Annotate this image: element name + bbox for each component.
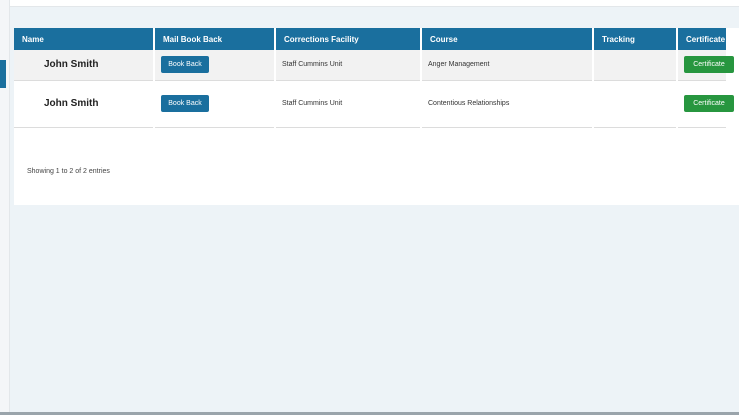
table-row: John Smith Book Back Staff Cummins Unit … xyxy=(14,50,734,81)
column-header-corrections-facility[interactable]: Corrections Facility xyxy=(275,28,422,50)
column-header-name[interactable]: Name xyxy=(14,28,155,50)
certificate-cell: Certificate xyxy=(677,50,734,81)
table-info: Showing 1 to 2 of 2 entries xyxy=(27,168,110,175)
name-cell: John Smith xyxy=(14,80,155,128)
entries-table: Name Mail Book Back Corrections Facility… xyxy=(14,28,734,128)
book-back-button[interactable]: Book Back xyxy=(161,56,209,74)
column-header-course[interactable]: Course xyxy=(421,28,594,50)
facility-cell: Staff Cummins Unit xyxy=(275,80,422,128)
certificate-button[interactable]: Certificate xyxy=(684,95,734,112)
left-sidebar xyxy=(0,0,10,415)
course-cell: Anger Management xyxy=(421,50,594,81)
column-header-tracking[interactable]: Tracking xyxy=(593,28,678,50)
mail-book-back-cell: Book Back xyxy=(154,50,276,81)
certificate-cell: Certificate xyxy=(677,80,734,128)
name-cell: John Smith xyxy=(14,50,155,81)
table-row: John Smith Book Back Staff Cummins Unit … xyxy=(14,80,734,128)
course-cell: Contentious Relationships xyxy=(421,80,594,128)
sidebar-active-marker[interactable] xyxy=(0,60,6,88)
book-back-button[interactable]: Book Back xyxy=(161,95,209,112)
tracking-cell xyxy=(593,50,678,81)
tracking-cell xyxy=(593,80,678,128)
certificate-button[interactable]: Certificate xyxy=(684,56,734,74)
facility-cell: Staff Cummins Unit xyxy=(275,50,422,81)
column-header-certificate[interactable]: Certificate xyxy=(677,28,726,50)
table-header-row: Name Mail Book Back Corrections Facility… xyxy=(14,28,726,50)
top-bar xyxy=(10,0,739,7)
mail-book-back-cell: Book Back xyxy=(154,80,276,128)
column-header-mail-book-back[interactable]: Mail Book Back xyxy=(154,28,276,50)
